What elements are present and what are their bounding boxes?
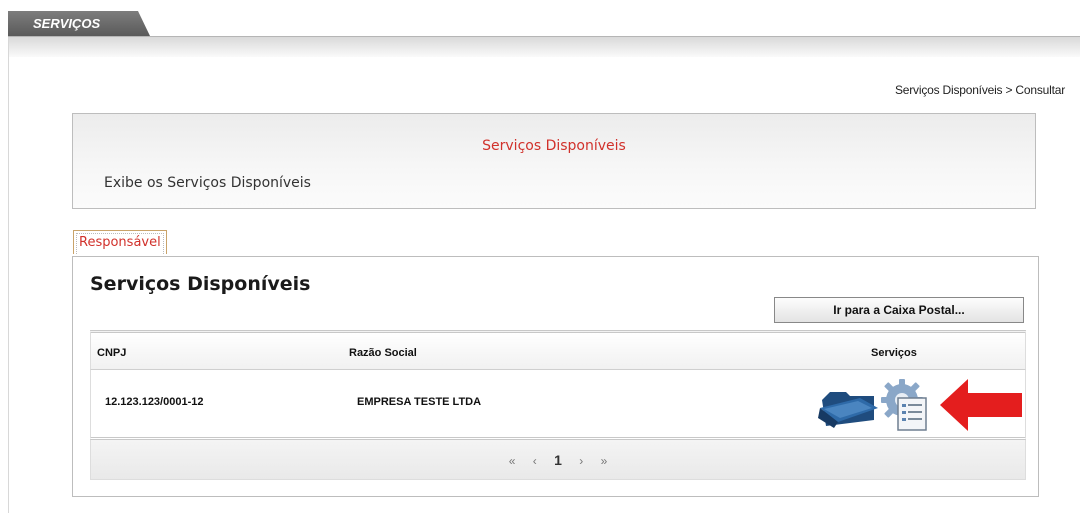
top-bar: SERVIÇOS [0, 0, 1080, 60]
top-gradient [8, 37, 1080, 57]
pagination: « ‹ 1 › » [90, 440, 1026, 480]
services-gear-icon[interactable] [881, 379, 927, 431]
page-title: Serviços Disponíveis [482, 138, 626, 154]
column-header-razao-social[interactable]: Razão Social [349, 347, 417, 359]
services-icons [816, 378, 1026, 432]
cell-cnpj: 12.123.123/0001-12 [105, 396, 204, 408]
pager-first-button[interactable]: « [509, 441, 516, 481]
top-tab-servicos[interactable]: SERVIÇOS [8, 11, 150, 36]
panel-title: Serviços Disponíveis [90, 273, 311, 295]
services-icons-graphic [818, 379, 1022, 431]
column-header-servicos[interactable]: Serviços [871, 347, 917, 359]
page-description: Exibe os Serviços Disponíveis [104, 175, 311, 191]
table-row[interactable]: 12.123.123/0001-12 EMPRESA TESTE LTDA [90, 370, 1026, 440]
pager-prev-button[interactable]: ‹ [533, 441, 537, 481]
tab-responsavel[interactable]: Responsável [73, 230, 167, 254]
services-panel: Serviços Disponíveis Ir para a Caixa Pos… [72, 256, 1039, 497]
left-border [8, 37, 9, 513]
pager-next-button[interactable]: › [579, 441, 583, 481]
postal-box-button[interactable]: Ir para a Caixa Postal... [774, 297, 1024, 323]
header-box: Serviços Disponíveis Exibe os Serviços D… [72, 113, 1036, 209]
red-arrow-icon [940, 379, 1022, 431]
breadcrumb: Serviços Disponíveis > Consultar [894, 83, 1065, 97]
folder-icon[interactable] [818, 392, 878, 428]
pager-last-button[interactable]: » [601, 441, 608, 481]
column-header-cnpj[interactable]: CNPJ [97, 347, 126, 359]
pager-current-page[interactable]: 1 [554, 440, 562, 480]
table-header: CNPJ Razão Social Serviços [90, 330, 1026, 370]
services-table: CNPJ Razão Social Serviços 12.123.123/00… [90, 330, 1026, 480]
cell-razao-social: EMPRESA TESTE LTDA [357, 396, 482, 408]
